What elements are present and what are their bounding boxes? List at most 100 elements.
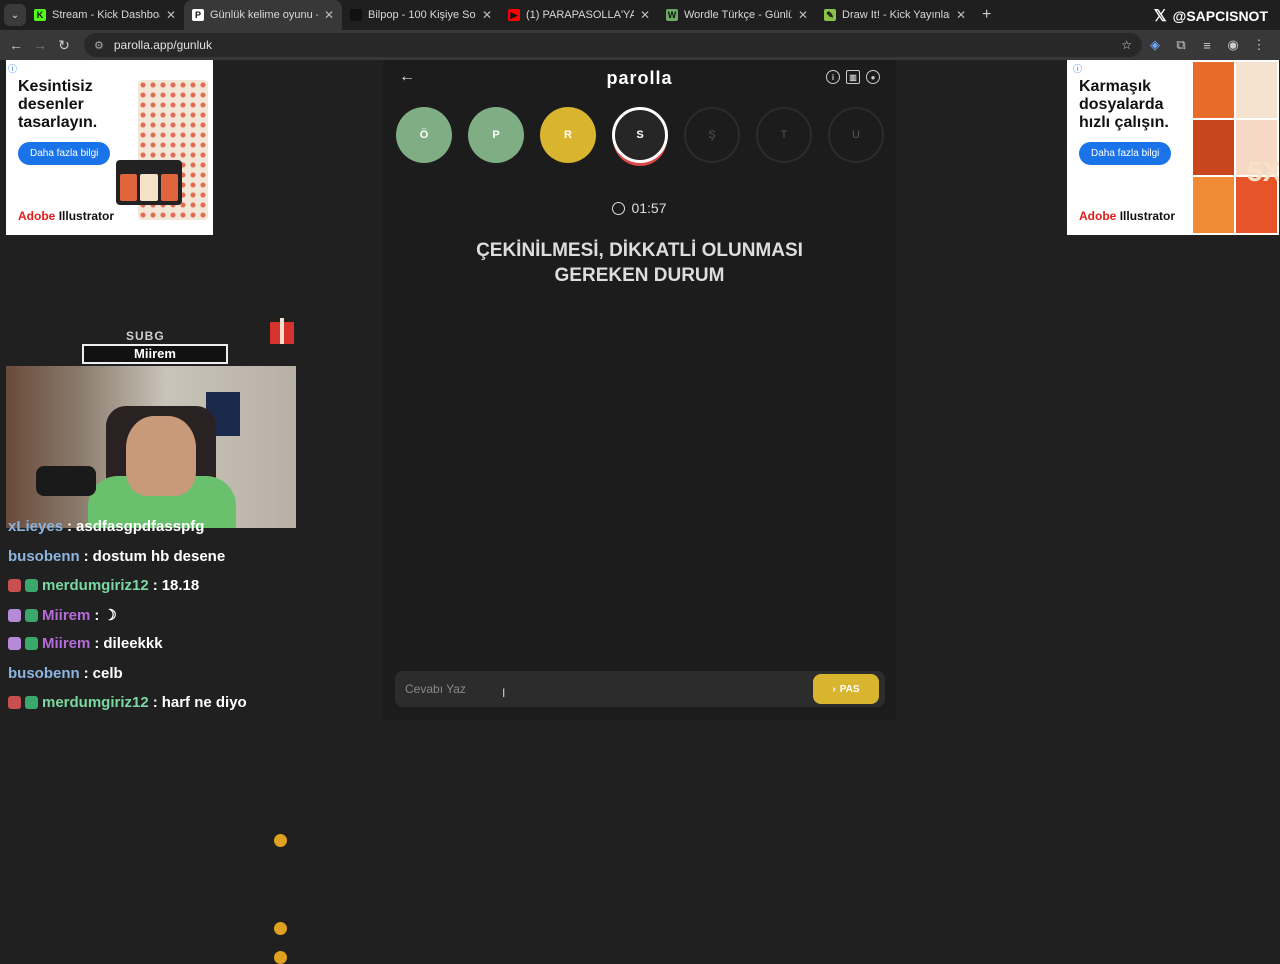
chat-text: dileekkk [103, 635, 163, 652]
letter-circle: S [612, 107, 668, 163]
chat-separator: : [152, 577, 158, 594]
chat-separator: : [67, 518, 73, 535]
kick-icon: K [34, 9, 46, 21]
sub-badge-icon [8, 608, 21, 622]
chat-username[interactable]: xLieyes [8, 518, 63, 535]
chat-separator: : [152, 694, 158, 711]
chat-message: merdumgiriz12:18.18 [8, 577, 199, 594]
close-tab-icon[interactable]: ✕ [166, 8, 176, 22]
browser-tab[interactable]: B Bilpop - 100 Kişiye Sorduk! ✕ [342, 0, 500, 30]
browser-tab[interactable]: K Stream - Kick Dashboard ✕ [26, 0, 184, 30]
pass-button[interactable]: › PAS [813, 674, 879, 704]
ad-banner-right[interactable]: ⓘ 5X Karmaşık dosyalarda hızlı çalışın. … [1067, 60, 1279, 235]
ad-artwork-grid [1193, 62, 1277, 233]
lvl-badge-icon [25, 696, 38, 709]
gift-badge-icon [274, 834, 287, 847]
chat-text: ☽ [103, 607, 117, 624]
tab-search-chevron-icon[interactable]: ⌄ [4, 4, 26, 26]
chat-separator: : [83, 548, 89, 565]
game-header: ← parolla i ▥ ● [383, 60, 896, 98]
tab-title: Bilpop - 100 Kişiye Sorduk! [368, 9, 476, 21]
chat-username[interactable]: busobenn [8, 665, 80, 682]
ad-choices-icon[interactable]: ⓘ [1073, 62, 1082, 75]
sub-goal-label: SUBG [126, 329, 165, 343]
stats-icon[interactable]: ▥ [846, 70, 860, 84]
text-cursor-icon: I [502, 686, 506, 700]
chat-username[interactable]: busobenn [8, 548, 80, 565]
parolla-game-panel: ← parolla i ▥ ● ÖPRSŞTU 01:57 ÇEKİNİLMES… [383, 60, 896, 720]
chat-message: busobenn: celb [8, 665, 123, 682]
chat-separator: : [94, 606, 100, 624]
close-tab-icon[interactable]: ✕ [956, 8, 966, 22]
streamer-webcam [6, 366, 296, 528]
url-omnibox[interactable]: ⚙ parolla.app/gunluk ☆ [84, 33, 1142, 57]
forward-arrow-icon[interactable]: → [28, 37, 52, 53]
letter-circle: Ö [396, 107, 452, 163]
ad-cta-button[interactable]: Daha fazla bilgi [1079, 142, 1172, 165]
ad-swatch-card [116, 160, 182, 205]
chat-separator: : [94, 635, 100, 652]
address-toolbar: ← → ↻ ⚙ parolla.app/gunluk ☆ ◈ ⧉ ≡ ◉ ⋮ [0, 30, 1280, 60]
media-controls-icon[interactable]: ≡ [1194, 38, 1220, 53]
chat-username[interactable]: merdumgiriz12 [42, 577, 149, 594]
chat-username[interactable]: Miirem [42, 635, 90, 652]
chat-message: xLieyes: asdfasgpdfasspfg [8, 518, 287, 847]
tab-title: Wordle Türkçe - Günlük Kelime [684, 9, 792, 21]
user-profile-icon[interactable]: ● [866, 70, 880, 84]
streamer-face [126, 416, 196, 496]
new-tab-plus-icon[interactable]: + [982, 6, 991, 24]
chat-text: celb [92, 665, 123, 682]
game-title: parolla [606, 68, 673, 88]
answer-input[interactable] [405, 671, 705, 707]
info-icon[interactable]: i [826, 70, 840, 84]
lvl-badge-icon [25, 608, 38, 622]
chat-text: dostum hb desene [92, 548, 226, 565]
site-info-icon[interactable]: ⚙ [94, 39, 104, 52]
mod-badge-icon [8, 579, 21, 592]
reload-icon[interactable]: ↻ [52, 37, 76, 54]
bookmark-star-icon[interactable]: ☆ [1121, 38, 1132, 52]
letter-circle: Ş [684, 107, 740, 163]
letter-circle: P [468, 107, 524, 163]
latest-sub-name: Miirem [82, 344, 228, 364]
ad-banner-left[interactable]: ⓘ Kesintisiz desenler tasarlayın. Daha f… [6, 60, 213, 235]
close-tab-icon[interactable]: ✕ [798, 8, 808, 22]
gift-badge-icon [274, 951, 287, 964]
lvl-badge-icon [25, 579, 38, 592]
browser-tab[interactable]: P Günlük kelime oyunu - parolla ✕ [184, 0, 342, 30]
ad-cta-button[interactable]: Daha fazla bilgi [18, 142, 111, 165]
pass-label: PAS [839, 683, 860, 695]
chat-separator: : [83, 665, 89, 682]
close-tab-icon[interactable]: ✕ [640, 8, 650, 22]
mod-badge-icon [8, 696, 21, 709]
back-arrow-icon[interactable]: ← [4, 37, 28, 53]
overlay-handle-text: @SAPCISNOT [1172, 8, 1268, 24]
chat-username[interactable]: Miirem [42, 607, 90, 624]
question-text: ÇEKİNİLMESİ, DİKKATLİ OLUNMASI GEREKEN D… [476, 240, 803, 286]
chat-text: 18.18 [161, 577, 200, 594]
ad-headline: Karmaşık dosyalarda hızlı çalışın. [1079, 78, 1169, 131]
ad-choices-icon[interactable]: ⓘ [8, 62, 17, 75]
browser-tab[interactable]: ▶ (1) PARAPASOLLA'YA HOŞ GEL ✕ [500, 0, 658, 30]
translate-icon[interactable]: ◈ [1142, 37, 1168, 53]
chat-username[interactable]: merdumgiriz12 [42, 694, 149, 711]
stream-overlay-handle: 𝕏 @SAPCISNOT [1154, 6, 1268, 26]
browser-tab[interactable]: ✎ Draw It! - Kick Yayınları İçin Çiz ✕ [816, 0, 974, 30]
close-tab-icon[interactable]: ✕ [482, 8, 492, 22]
extensions-puzzle-icon[interactable]: ⧉ [1168, 37, 1194, 53]
gift-badge-icon [274, 922, 287, 935]
url-text[interactable]: parolla.app/gunluk [114, 38, 212, 52]
answer-bar: › PAS [395, 671, 885, 707]
ad-art-5x: 5X [1247, 156, 1279, 187]
tab-title: Draw It! - Kick Yayınları İçin Çiz [842, 9, 950, 21]
more-menu-icon[interactable]: ⋮ [1246, 37, 1272, 53]
x-logo-icon: 𝕏 [1153, 8, 1167, 25]
ad-headline: Kesintisiz desenler tasarlayın. [18, 78, 98, 131]
chat-text: harf ne diyo [161, 694, 247, 711]
browser-tab[interactable]: W Wordle Türkçe - Günlük Kelime ✕ [658, 0, 816, 30]
profile-icon[interactable]: ◉ [1220, 37, 1246, 53]
close-tab-icon[interactable]: ✕ [324, 8, 334, 22]
browser-tab-strip: ⌄ K Stream - Kick Dashboard ✕ P Günlük kelim… [0, 0, 1280, 30]
chat-message: merdumgiriz12: harf ne diyo [8, 694, 247, 711]
bilpop-icon: B [350, 9, 362, 21]
